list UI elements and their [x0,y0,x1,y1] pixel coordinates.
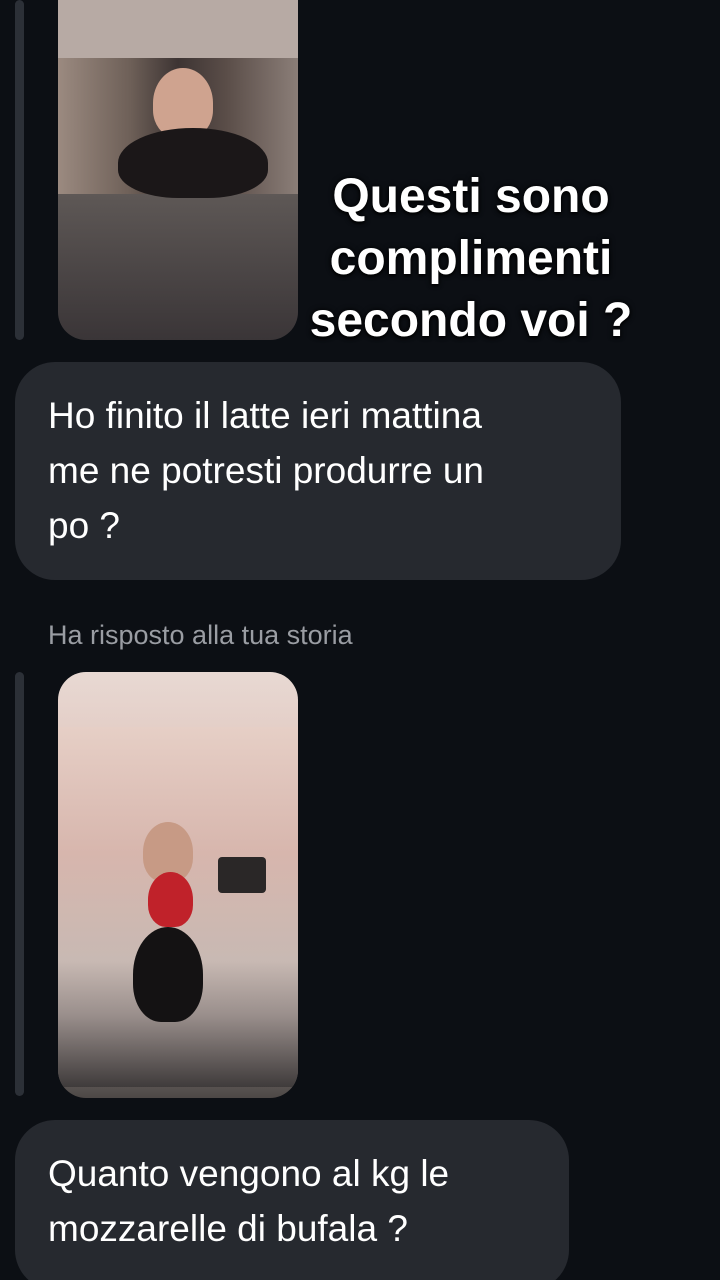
message-bubble[interactable]: Ho finito il latte ieri mattina me ne po… [15,362,621,580]
overlay-caption: Questi sono complimenti secondo voi ? [309,170,633,347]
story-reply-indicator [15,0,24,340]
chat-screen: Questi sono complimenti secondo voi ? Ho… [0,0,720,1280]
photo-content [58,727,298,1087]
photo-clothing [133,927,203,1022]
message-bubble[interactable]: Quanto vengono al kg le mozzarelle di bu… [15,1120,569,1280]
reply-note: Ha risposto alla tua storia [48,620,353,650]
photo-clothing [148,872,193,927]
story-image[interactable] [58,0,298,340]
story-image[interactable] [58,672,298,1098]
photo-content [58,58,298,198]
photo-clothing [118,128,268,198]
photo-tv [218,857,266,893]
story-reply-indicator [15,672,24,1096]
